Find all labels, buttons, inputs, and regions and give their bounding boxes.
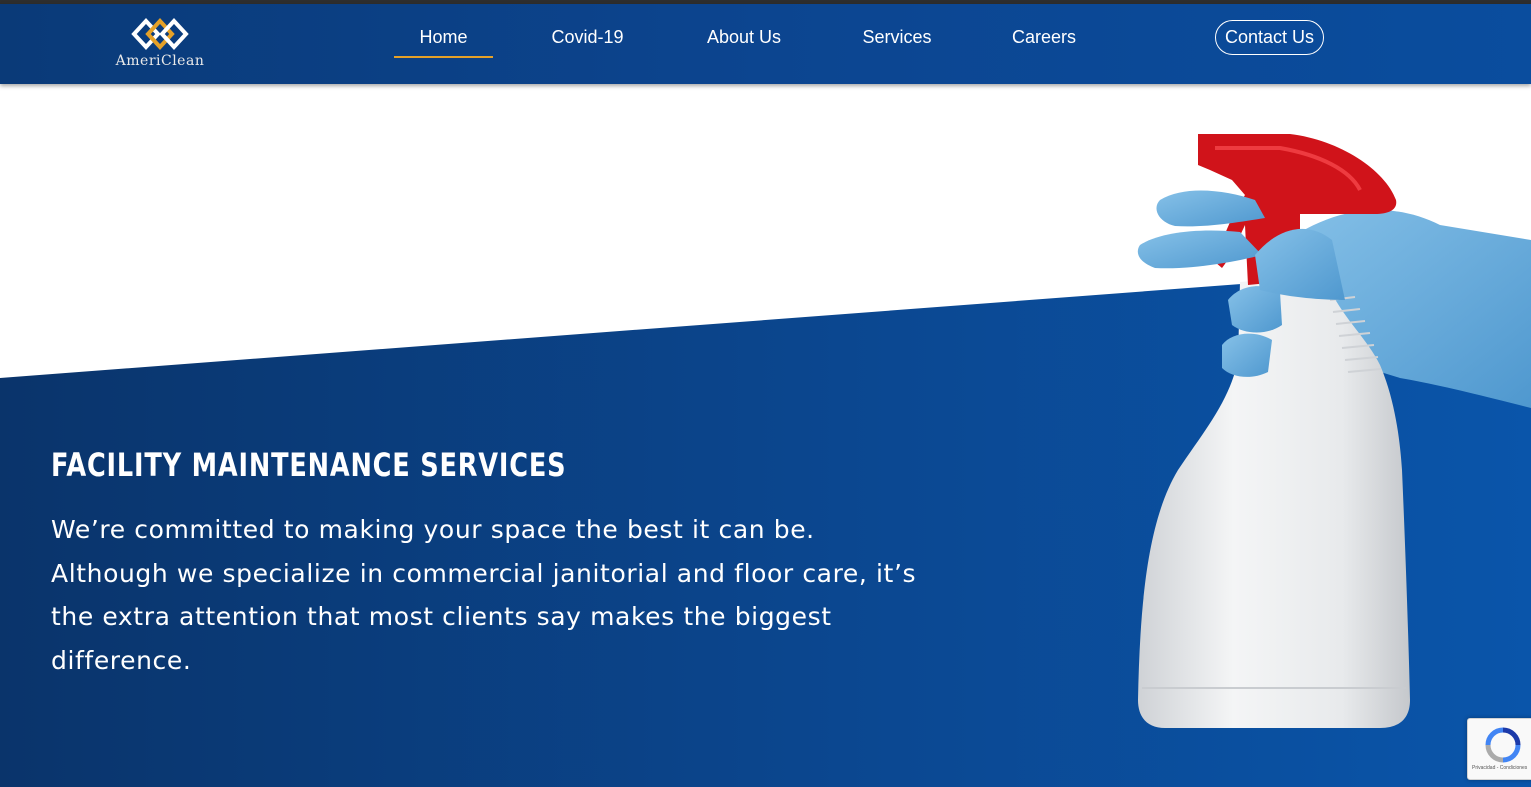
nav-careers[interactable]: Careers bbox=[1006, 26, 1082, 48]
nav-home[interactable]: Home bbox=[394, 26, 493, 48]
recaptcha-badge[interactable]: Privacidad - Condiciones bbox=[1467, 718, 1531, 780]
logo-wordmark: AmeriClean bbox=[115, 53, 205, 69]
nav-covid-19[interactable]: Covid-19 bbox=[540, 26, 635, 48]
americlean-logo[interactable]: AmeriClean bbox=[108, 18, 212, 74]
diamond-logo-icon bbox=[131, 18, 189, 50]
nav-services[interactable]: Services bbox=[856, 26, 938, 48]
hero-title: FACILITY MAINTENANCE SERVICES bbox=[51, 446, 567, 484]
recaptcha-icon bbox=[1485, 727, 1521, 763]
active-nav-underline bbox=[394, 56, 493, 58]
site-header: AmeriClean Home Covid-19 About Us Servic… bbox=[0, 4, 1531, 84]
nav-about-us[interactable]: About Us bbox=[700, 26, 788, 48]
recaptcha-footer-text: Privacidad - Condiciones bbox=[1472, 765, 1528, 771]
hero-description: We’re committed to making your space the… bbox=[51, 515, 917, 675]
contact-us-button[interactable]: Contact Us bbox=[1215, 20, 1324, 55]
